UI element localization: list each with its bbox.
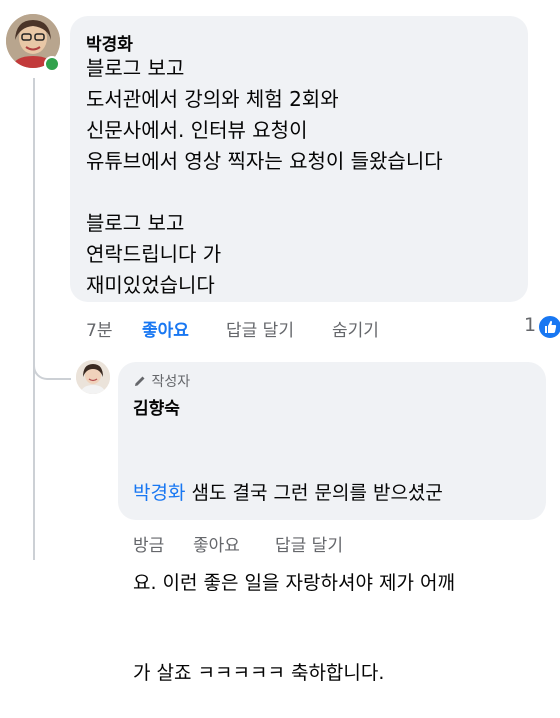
comment-time[interactable]: 7분 bbox=[86, 316, 112, 341]
thread-line-branch bbox=[33, 352, 71, 380]
like-button[interactable]: 좋아요 bbox=[142, 316, 189, 341]
reply-text-1: 샘도 결국 그런 문의를 받으셨군 bbox=[185, 482, 443, 504]
author-badge: 작성자 bbox=[133, 371, 190, 391]
mention-link[interactable]: 박경화 bbox=[133, 482, 185, 504]
author-badge-label: 작성자 bbox=[151, 374, 191, 390]
comment-actions: 7분 좋아요 답글 달기 숨기기 bbox=[86, 316, 526, 341]
online-status-dot bbox=[44, 56, 60, 72]
reply-body-line-3: 가 살죠 ㅋㅋㅋㅋㅋ 축하합니다. bbox=[133, 662, 385, 684]
reply-author[interactable]: 김향숙 bbox=[133, 394, 180, 419]
reply-body-line-2: 요. 이런 좋은 일을 자랑하셔야 제가 어깨 bbox=[133, 572, 455, 594]
reply-body: 박경화 샘도 결국 그런 문의를 받으셨군 요. 이런 좋은 일을 자랑하셔야 … bbox=[133, 418, 455, 718]
comment-body: 블로그 보고 도서관에서 강의와 체험 2회와 신문사에서. 인터뷰 요청이 유… bbox=[86, 56, 443, 297]
reply-avatar-photo bbox=[76, 360, 110, 394]
thread-line-vertical bbox=[33, 78, 35, 560]
reaction-count[interactable]: 1 bbox=[524, 314, 536, 336]
reply-time[interactable]: 방금 bbox=[133, 531, 164, 556]
reply-avatar[interactable] bbox=[76, 360, 110, 394]
hide-button[interactable]: 숨기기 bbox=[332, 316, 379, 341]
pencil-icon bbox=[135, 376, 145, 386]
reply-like-button[interactable]: 좋아요 bbox=[193, 531, 240, 556]
comment-author[interactable]: 박경화 bbox=[86, 30, 133, 55]
reply-reply-button[interactable]: 답글 달기 bbox=[275, 531, 343, 556]
reply-button[interactable]: 답글 달기 bbox=[226, 316, 294, 341]
thumbs-up-icon[interactable] bbox=[537, 314, 560, 340]
reply-actions: 방금 좋아요 답글 달기 bbox=[133, 531, 533, 556]
reply-body-line-1: 박경화 샘도 결국 그런 문의를 받으셨군 bbox=[133, 478, 455, 508]
